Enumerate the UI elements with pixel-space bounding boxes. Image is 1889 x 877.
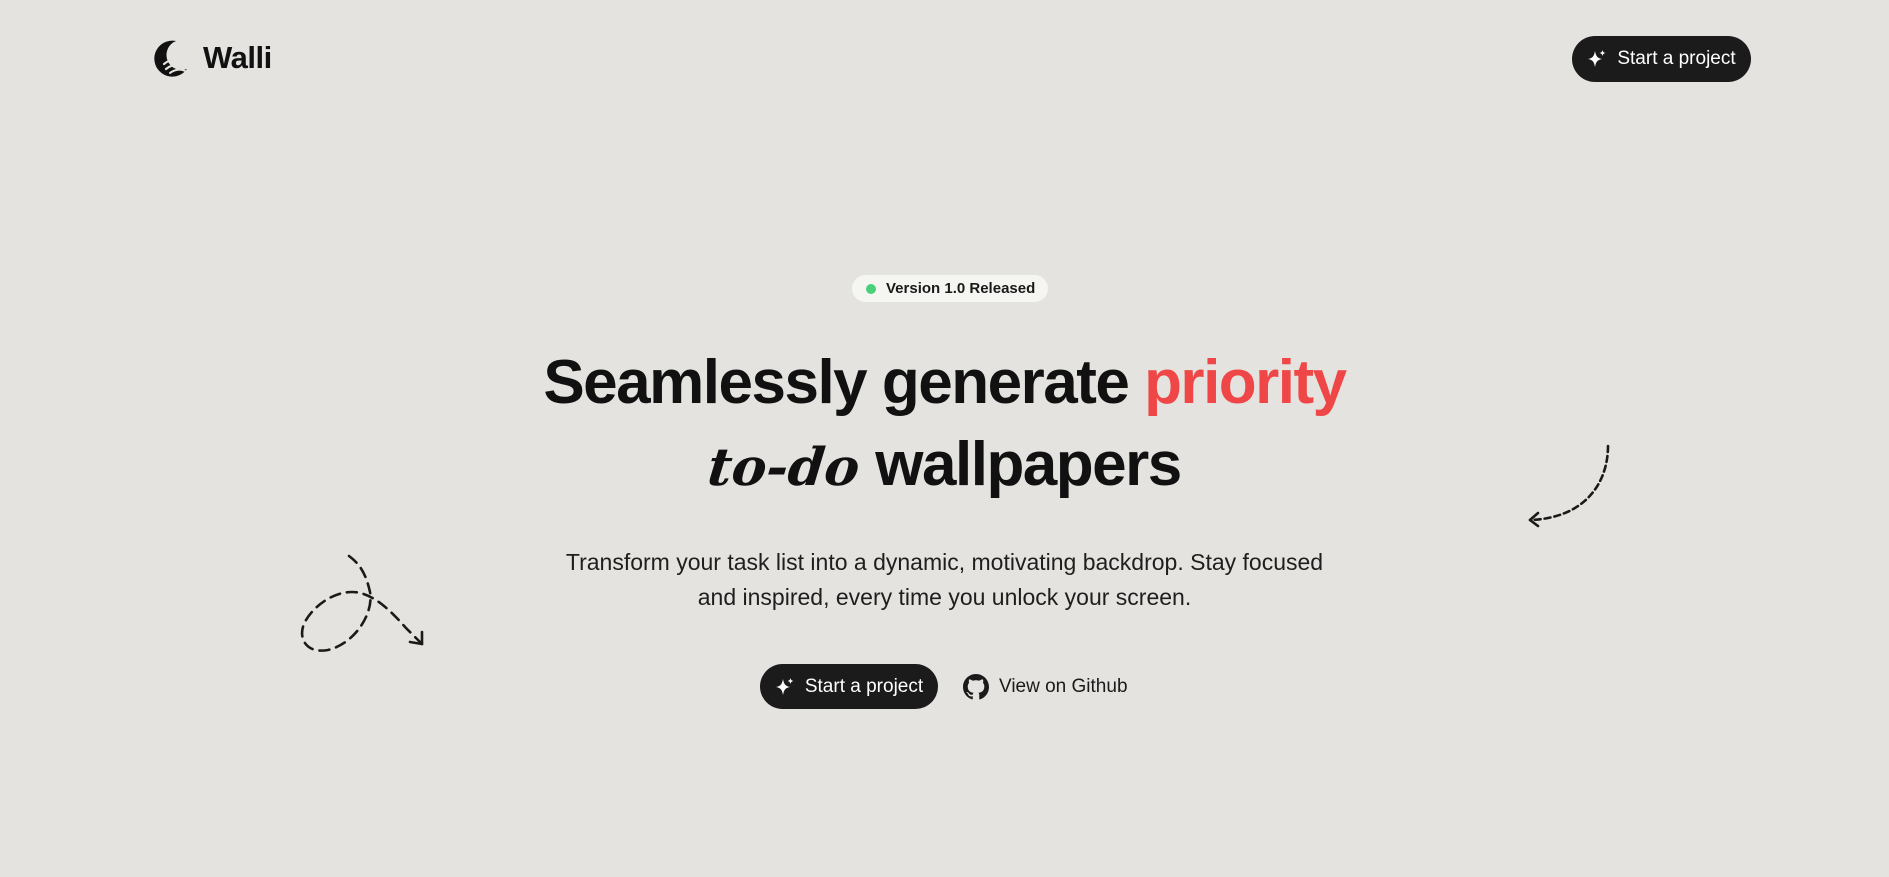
hero-subtitle-line2: and inspired, every time you unlock your… [697, 584, 1192, 610]
hero-headline-line1: Seamlessly generate priority [0, 346, 1889, 420]
headline-script-word: to-do [705, 437, 863, 498]
view-on-github-label: View on Github [999, 676, 1128, 697]
headline-accent: priority [1144, 348, 1347, 417]
view-on-github-link[interactable]: View on Github [963, 674, 1128, 700]
headline-end: wallpapers [875, 430, 1182, 499]
version-badge-text: Version 1.0 Released [886, 280, 1036, 297]
version-badge: Version 1.0 Released [852, 275, 1048, 302]
dashed-curved-arrow-icon [1528, 444, 1610, 528]
hero-start-project-label: Start a project [804, 675, 924, 697]
hero-start-project-button[interactable]: Start a project [760, 664, 938, 709]
status-dot [866, 283, 876, 294]
dashed-loop-arrow-icon [300, 554, 424, 652]
hero-subtitle-line1: Transform your task list into a dynamic,… [565, 549, 1324, 575]
github-icon [963, 674, 989, 700]
hero-section: Version 1.0 Released Seamlessly generate… [0, 0, 1889, 877]
headline-start: Seamlessly generate [543, 348, 1130, 417]
sparkle-icon [775, 677, 794, 695]
